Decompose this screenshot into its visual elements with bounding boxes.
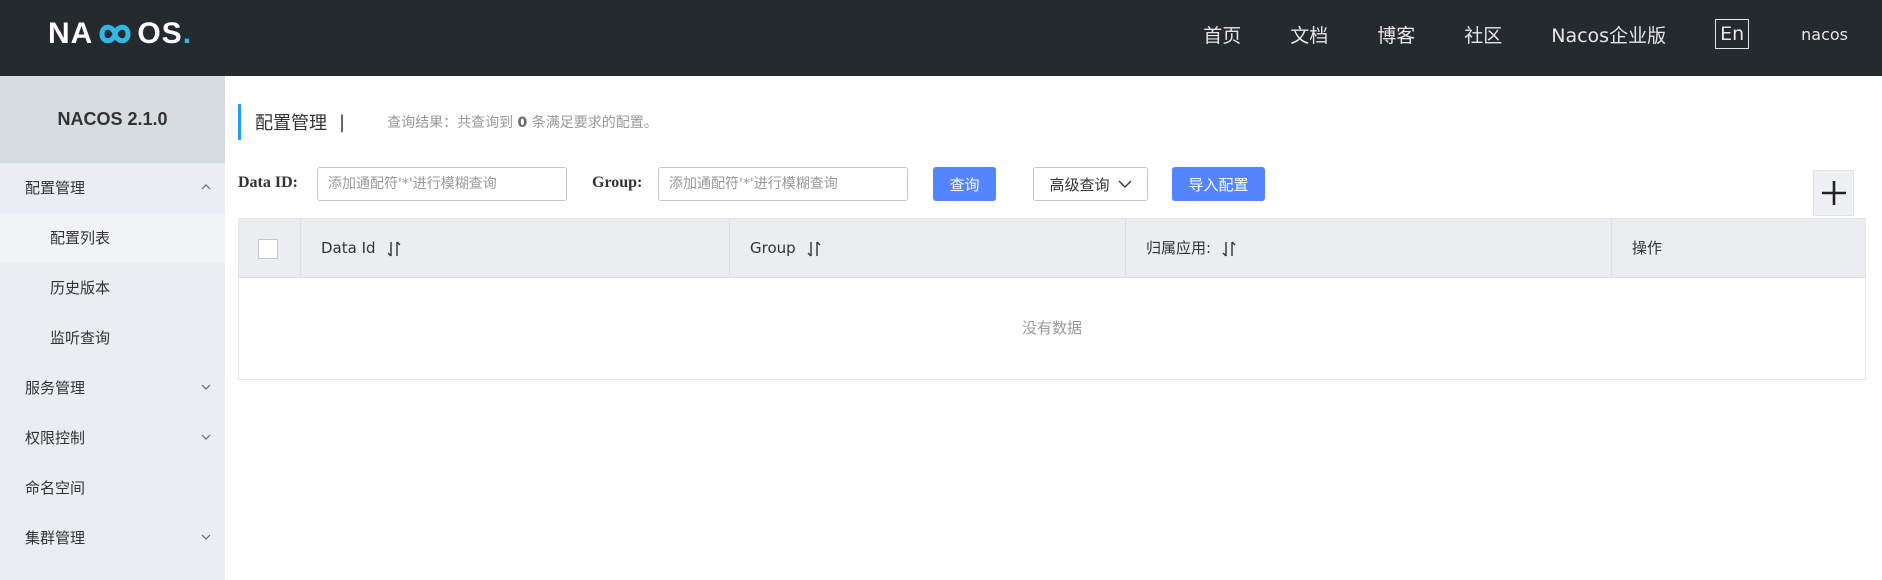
top-navigation: 首页 文档 博客 社区 Nacos企业版 En nacos [1154,0,1882,68]
query-button[interactable]: 查询 [933,167,996,201]
import-config-button[interactable]: 导入配置 [1172,167,1265,201]
nav-blog[interactable]: 博客 [1377,21,1415,48]
column-header-actions: 操作 [1612,219,1865,278]
column-header-app[interactable]: 归属应用: [1126,219,1612,278]
advanced-query-button[interactable]: 高级查询 [1033,167,1148,201]
search-bar: Data ID: Group: 查询 高级查询 导入配置 [238,165,1878,201]
main-content: 配置管理 | 查询结果：共查询到 0 条满足要求的配置。 Data ID: Gr… [225,76,1882,580]
select-all-checkbox[interactable] [258,238,278,259]
sort-icon[interactable] [1221,240,1237,258]
title-accent-bar [238,104,241,140]
logo-dot: . [182,17,193,50]
result-count: 0 [517,115,528,131]
sidebar-group-label: 配置管理 [25,179,86,197]
sidebar-item-listener-query[interactable]: 监听查询 [0,313,225,363]
sidebar-group-access-control[interactable]: 权限控制 [0,413,225,463]
user-menu[interactable]: nacos [1801,25,1848,44]
sidebar-group-config-management[interactable]: 配置管理 [0,163,225,213]
nav-community[interactable]: 社区 [1464,21,1502,48]
nacos-logo[interactable]: NA OS . [48,14,192,54]
chevron-down-icon [201,534,211,540]
nav-home[interactable]: 首页 [1203,21,1241,48]
data-id-input[interactable] [317,167,567,201]
nav-enterprise[interactable]: Nacos企业版 [1551,21,1666,48]
data-id-label: Data ID: [238,174,298,191]
title-separator: | [339,111,346,133]
sidebar-group-cluster-management[interactable]: 集群管理 [0,513,225,563]
column-label: Group [750,239,796,257]
nav-docs[interactable]: 文档 [1290,21,1328,48]
infinity-logo-icon [99,24,131,44]
column-label: 归属应用: [1146,239,1212,257]
plus-icon [1821,181,1846,205]
logo-text-left: NA [48,17,94,50]
sidebar-item-namespace[interactable]: 命名空间 [0,463,225,513]
sidebar-group-label: 权限控制 [25,429,86,447]
result-suffix: 条满足要求的配置。 [531,115,658,131]
chevron-down-icon [201,434,211,440]
language-toggle-button[interactable]: En [1715,19,1750,49]
column-header-group[interactable]: Group [730,219,1126,278]
sidebar-group-label: 命名空间 [25,479,86,497]
column-label: Data Id [321,239,376,257]
sort-icon[interactable] [806,240,822,258]
add-config-button[interactable] [1813,170,1854,216]
advanced-query-label: 高级查询 [1049,175,1110,194]
group-label: Group: [592,174,643,191]
query-result-summary: 查询结果：共查询到 0 条满足要求的配置。 [387,112,658,132]
column-label: 操作 [1632,239,1663,257]
top-bar: NA OS . 首页 文档 博客 社区 Nacos企业版 En nacos [0,0,1882,76]
sidebar-item-config-list[interactable]: 配置列表 [0,213,225,263]
empty-state-text: 没有数据 [1021,319,1082,337]
table-header: Data Id Group 归属应用: 操作 [239,219,1865,278]
chevron-down-icon [201,384,211,390]
column-header-data-id[interactable]: Data Id [301,219,730,278]
result-prefix: 查询结果：共查询到 [387,115,514,131]
version-title: NACOS 2.1.0 [0,76,225,163]
sidebar: NACOS 2.1.0 配置管理 配置列表 历史版本 监听查询 服务管理 权限控… [0,76,225,580]
chevron-up-icon [201,184,211,190]
group-input[interactable] [658,167,908,201]
page-title: 配置管理 [255,113,327,134]
chevron-down-icon [1118,180,1131,188]
sort-icon[interactable] [386,240,402,258]
page-header: 配置管理 | 查询结果：共查询到 0 条满足要求的配置。 [238,104,658,140]
sidebar-group-label: 集群管理 [25,529,86,547]
select-all-cell [239,219,301,278]
sidebar-item-history[interactable]: 历史版本 [0,263,225,313]
sidebar-group-label: 服务管理 [25,379,86,397]
sidebar-group-service-management[interactable]: 服务管理 [0,363,225,413]
logo-text-right: OS [137,17,183,50]
config-table: Data Id Group 归属应用: 操作 没有数据 [238,218,1866,380]
